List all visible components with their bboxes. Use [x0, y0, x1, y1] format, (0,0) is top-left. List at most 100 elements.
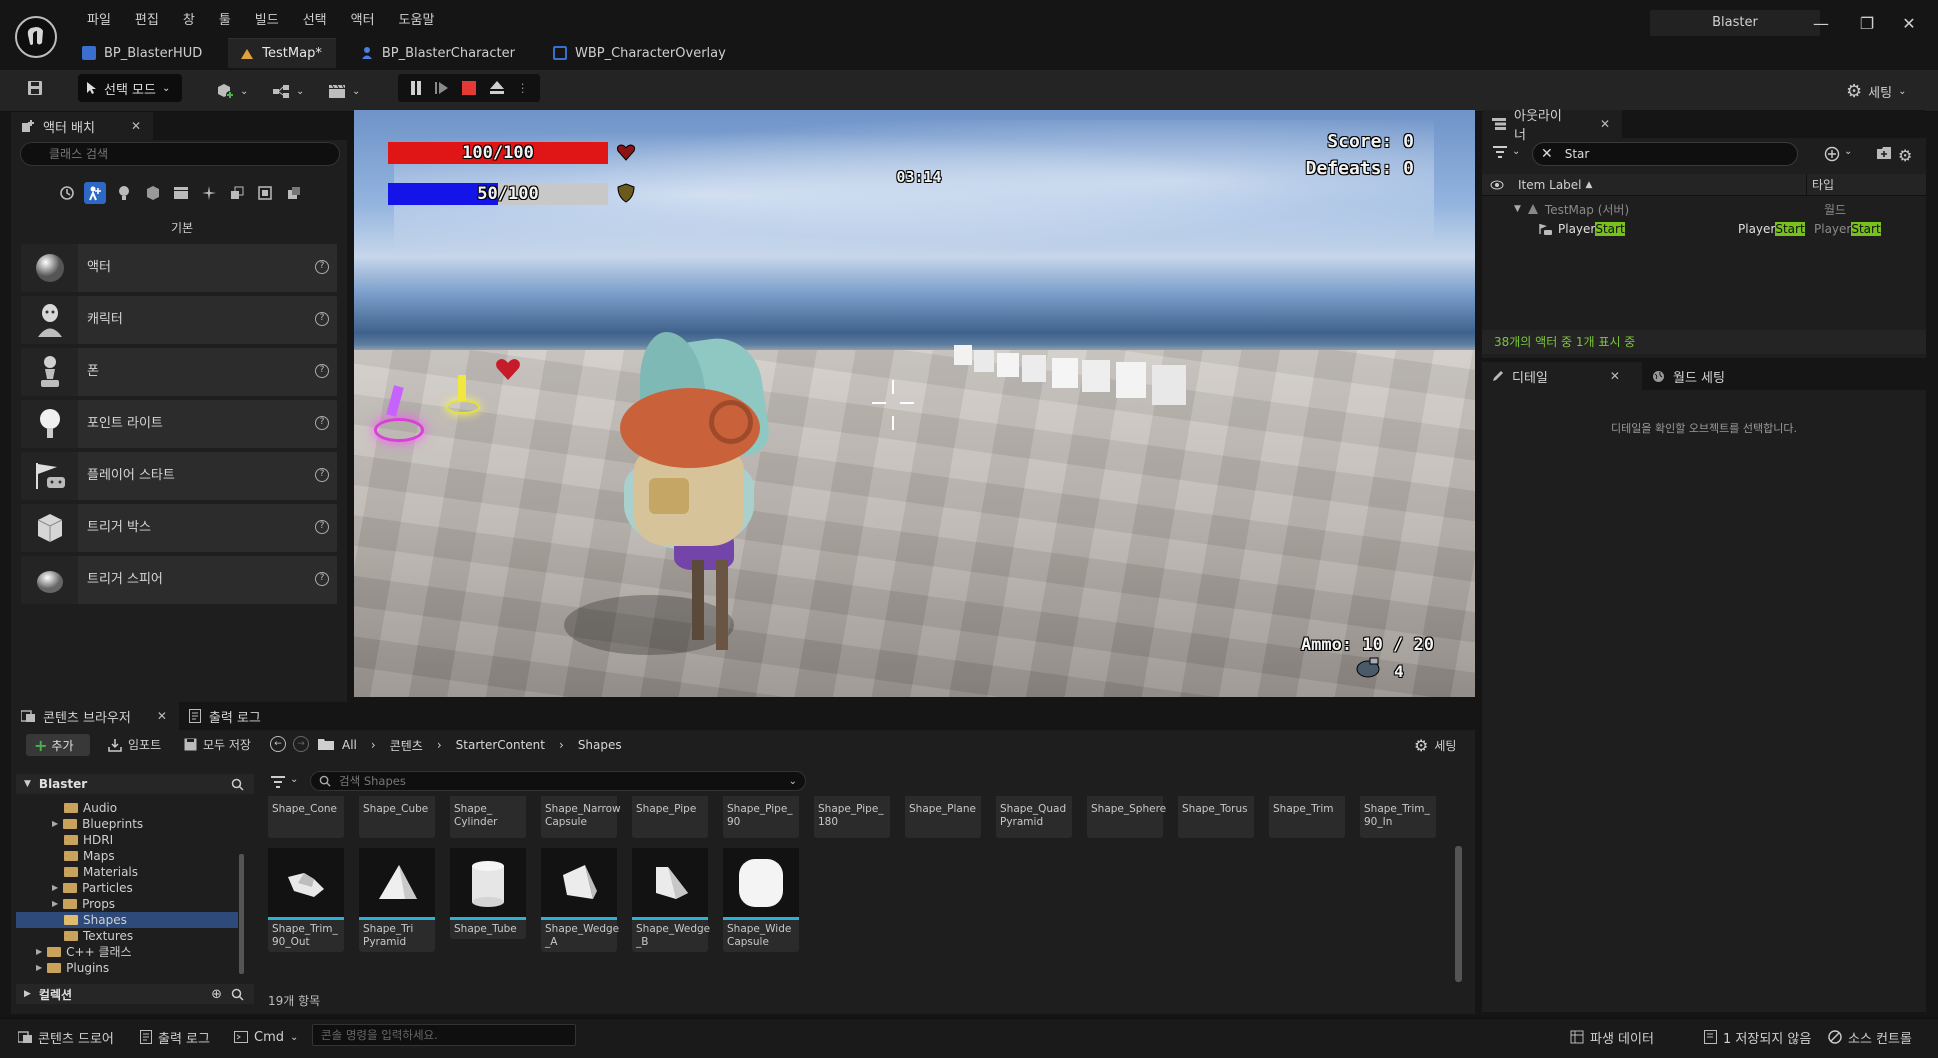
tree-root-header[interactable]: ▼ Blaster: [16, 774, 254, 794]
tab-testmap[interactable]: TestMap*: [228, 38, 336, 68]
tree-item-props[interactable]: ▶ Props: [16, 896, 238, 912]
tab-details[interactable]: 디테일 ✕: [1482, 362, 1642, 390]
all-classes-icon[interactable]: [254, 182, 276, 204]
placeable-icon[interactable]: [283, 182, 305, 204]
search-icon[interactable]: [231, 778, 244, 791]
asset-tile[interactable]: Shape_Trim_ 90_In: [1360, 796, 1436, 838]
menu-file[interactable]: 파일: [75, 10, 123, 32]
expand-arrow-icon[interactable]: ▶: [52, 816, 58, 832]
asset-tile[interactable]: Shape_Pipe_ 180: [814, 796, 890, 838]
asset-tile[interactable]: Shape_Pipe: [632, 796, 708, 838]
tab-bp-blaster-character[interactable]: BP_BlasterCharacter: [348, 38, 529, 68]
outliner-search-input[interactable]: ✕ Star: [1532, 142, 1798, 166]
asset-tile[interactable]: Shape_Wedge _B: [632, 848, 710, 952]
tree-item-shapes[interactable]: Shapes: [16, 912, 238, 928]
help-icon[interactable]: ?: [315, 364, 329, 378]
close-icon[interactable]: ✕: [1610, 369, 1620, 383]
actor-item-trigger-box[interactable]: 트리거 박스 ?: [21, 504, 337, 552]
history-forward-icon[interactable]: →: [293, 736, 309, 752]
eye-icon[interactable]: [1490, 180, 1504, 190]
console-command-input[interactable]: 콘솔 명령을 입력하세요.: [312, 1024, 576, 1046]
visual-effects-category-icon[interactable]: [198, 182, 220, 204]
close-icon[interactable]: ✕: [131, 119, 141, 133]
step-frame-icon[interactable]: [434, 80, 450, 96]
asset-tile[interactable]: Shape_ Cylinder: [450, 796, 526, 838]
tree-item-blueprints[interactable]: ▶ Blueprints: [16, 816, 238, 832]
restore-icon[interactable]: ❐: [1852, 12, 1882, 36]
add-button[interactable]: + 추가: [26, 734, 90, 756]
stop-icon[interactable]: [461, 80, 477, 96]
tab-content-browser[interactable]: 콘텐츠 브라우저 ✕: [11, 702, 179, 730]
tree-item-hdri[interactable]: HDRI: [16, 832, 238, 848]
tab-wbp-character-overlay[interactable]: WBP_CharacterOverlay: [541, 38, 740, 68]
tree-item-materials[interactable]: Materials: [16, 864, 238, 880]
asset-scrollbar[interactable]: [1455, 846, 1462, 982]
asset-tile[interactable]: Shape_Tube: [450, 848, 526, 939]
add-actor-button[interactable]: ⌄: [216, 78, 248, 104]
column-item-label[interactable]: Item Label: [1518, 178, 1582, 192]
asset-tile[interactable]: Shape_Wide Capsule: [723, 848, 799, 952]
blueprint-options-button[interactable]: ⌄: [272, 78, 304, 104]
asset-search-input[interactable]: 검색 Shapes ⌄: [310, 771, 806, 791]
tree-item-cpp-classes[interactable]: ▶ C++ 클래스: [16, 944, 238, 960]
help-icon[interactable]: ?: [315, 520, 329, 534]
tree-scrollbar[interactable]: [239, 854, 244, 974]
tree-item-particles[interactable]: ▶ Particles: [16, 880, 238, 896]
asset-tile[interactable]: Shape_Narrow Capsule: [541, 796, 621, 838]
unreal-logo-icon[interactable]: [15, 16, 57, 58]
tab-outliner[interactable]: 아웃라이너 ✕: [1482, 109, 1622, 143]
column-type[interactable]: 타입: [1812, 176, 1834, 193]
close-window-icon[interactable]: ✕: [1894, 12, 1924, 36]
asset-tile[interactable]: Shape_Trim: [1269, 796, 1345, 838]
tab-place-actors[interactable]: 액터 배치 ✕: [11, 112, 154, 140]
help-icon[interactable]: ?: [315, 312, 329, 326]
level-viewport[interactable]: 100/100 50/100 03:14 Score: 0 Defeats: 0…: [354, 110, 1475, 697]
asset-tile[interactable]: Shape_Plane: [905, 796, 981, 838]
clear-search-icon[interactable]: ✕: [1541, 146, 1553, 162]
breadcrumb-item[interactable]: All: [342, 738, 357, 752]
help-icon[interactable]: ?: [315, 572, 329, 586]
chevron-down-icon[interactable]: ⌄: [1844, 146, 1852, 157]
breadcrumb-item[interactable]: StarterContent: [456, 738, 545, 752]
tree-item-textures[interactable]: Textures: [16, 928, 238, 944]
volumes-category-icon[interactable]: [226, 182, 248, 204]
expand-arrow-icon[interactable]: ▼: [1514, 204, 1521, 214]
close-icon[interactable]: ✕: [1600, 117, 1610, 131]
gear-icon[interactable]: ⚙: [1898, 146, 1912, 165]
chevron-down-icon[interactable]: ⌄: [1512, 146, 1520, 157]
menu-help[interactable]: 도움말: [387, 10, 447, 32]
collections-header[interactable]: ▶ 컬렉션 ⊕: [16, 984, 254, 1004]
class-search-input[interactable]: 클래스 검색: [20, 142, 340, 166]
shapes-category-icon[interactable]: [142, 182, 164, 204]
tab-bp-blaster-hud[interactable]: BP_BlasterHUD: [70, 38, 216, 68]
derived-data-button[interactable]: 파생 데이터: [1570, 1024, 1654, 1050]
menu-tools[interactable]: 툴: [207, 10, 243, 32]
basic-category-icon[interactable]: [84, 182, 106, 204]
asset-tile[interactable]: Shape_Torus: [1178, 796, 1254, 838]
more-options-icon[interactable]: ⋮: [517, 81, 529, 95]
actor-item-trigger-sphere[interactable]: 트리거 스피어 ?: [21, 556, 337, 604]
expand-arrow-icon[interactable]: ▶: [36, 960, 42, 976]
source-control-button[interactable]: 소스 컨트롤: [1828, 1024, 1912, 1050]
asset-tile[interactable]: Shape_Trim_ 90_Out: [268, 848, 344, 952]
help-icon[interactable]: ?: [315, 468, 329, 482]
new-folder-icon[interactable]: [1876, 146, 1892, 160]
filter-icon[interactable]: [1492, 146, 1508, 158]
recent-icon[interactable]: [56, 182, 78, 204]
settings-button[interactable]: ⚙ 세팅 ⌄: [1846, 78, 1906, 104]
tab-output-log[interactable]: 출력 로그: [178, 702, 273, 730]
tree-item-plugins[interactable]: ▶ Plugins: [16, 960, 238, 976]
tab-world-settings[interactable]: 월드 세팅: [1642, 362, 1737, 390]
unsaved-button[interactable]: 1 저장되지 않음: [1704, 1024, 1811, 1050]
lights-category-icon[interactable]: [113, 182, 135, 204]
cmd-dropdown[interactable]: Cmd ⌄: [234, 1024, 298, 1050]
output-log-button[interactable]: 출력 로그: [140, 1024, 210, 1050]
tree-item-audio[interactable]: Audio: [16, 800, 238, 816]
expand-arrow-icon[interactable]: ▶: [36, 944, 42, 960]
chevron-down-icon[interactable]: ⌄: [290, 774, 298, 785]
expand-arrow-icon[interactable]: ▶: [52, 880, 58, 896]
content-settings-button[interactable]: ⚙ 세팅: [1414, 736, 1456, 755]
actor-item-player-start[interactable]: 플레이어 스타트 ?: [21, 452, 337, 500]
menu-select[interactable]: 선택: [291, 10, 339, 32]
outliner-row-world[interactable]: ▼ TestMap (서버) 월드: [1482, 200, 1926, 218]
